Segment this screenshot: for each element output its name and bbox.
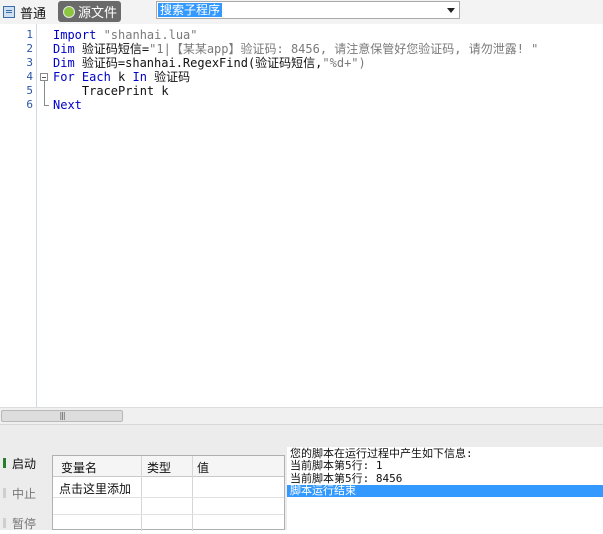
line-number: 6 xyxy=(26,98,33,111)
stop-indicator xyxy=(3,488,6,498)
source-file-icon xyxy=(63,5,75,18)
code-keyword: In xyxy=(132,70,155,84)
code-line: For Each k In 验证码 xyxy=(53,70,190,84)
stop-button[interactable]: 中止 xyxy=(0,482,48,504)
code-text: 验证码短信= xyxy=(81,42,150,56)
code-text: 验证码 xyxy=(154,70,191,84)
fold-guide xyxy=(44,81,45,105)
tab-normal-label: 普通 xyxy=(20,6,47,22)
horizontal-scrollbar[interactable]: ||| xyxy=(0,407,603,425)
add-variable-row[interactable]: 点击这里添加 xyxy=(59,480,131,497)
line-number: 5 xyxy=(26,84,33,97)
code-editor[interactable]: 1 2 3 4 5 6 Import "shanhai.lua" Dim 验证码… xyxy=(0,24,603,407)
code-line: Dim 验证码=shanhai.RegexFind(验证码短信,"%d+") xyxy=(53,56,366,70)
code-string: "shanhai.lua" xyxy=(103,28,198,42)
scrollbar-thumb[interactable]: ||| xyxy=(1,410,123,422)
code-line: Dim 验证码短信="1|【某某app】验证码: 8456, 请注意保管好您验证… xyxy=(53,42,538,56)
row-divider xyxy=(53,497,284,498)
start-button-label: 启动 xyxy=(12,456,37,471)
toolbar: 普通 源文件 搜索子程序 xyxy=(0,0,603,24)
tab-normal[interactable]: 普通 xyxy=(0,2,46,22)
output-log: 您的脚本在运行过程中产生如下信息: 当前脚本第5行: 1 当前脚本第5行: 84… xyxy=(287,447,603,530)
debug-panel: 启动 中止 暂停 变量名 类型 值 点击这里添加 您的脚本在运行过程中产生如下信… xyxy=(0,424,603,531)
start-button[interactable]: 启动 xyxy=(0,452,48,474)
row-divider xyxy=(53,514,284,515)
subroutine-dropdown-value: 搜索子程序 xyxy=(158,3,223,17)
code-text: TracePrint k xyxy=(81,84,169,98)
line-number: 2 xyxy=(26,42,33,55)
code-line: Next xyxy=(53,98,82,112)
pause-button[interactable]: 暂停 xyxy=(0,512,48,534)
code-text: k xyxy=(118,70,133,84)
pause-indicator xyxy=(3,518,6,528)
code-string: "%d+") xyxy=(322,56,366,70)
column-header-name[interactable]: 变量名 xyxy=(61,459,97,476)
code-keyword: Dim xyxy=(53,42,82,56)
fold-end-marker xyxy=(44,105,49,106)
output-line: 当前脚本第5行: 1 xyxy=(290,459,383,472)
code-string: "1|【某某app】验证码: 8456, 请注意保管好您验证码, 请勿泄露! " xyxy=(149,42,539,56)
code-line: TracePrint k xyxy=(53,84,169,98)
column-header-type[interactable]: 类型 xyxy=(147,459,171,476)
variables-table: 变量名 类型 值 点击这里添加 xyxy=(52,455,285,531)
output-line-selected[interactable]: 脚本运行结束 xyxy=(287,485,603,497)
line-number: 4 xyxy=(26,70,33,83)
code-line: Import "shanhai.lua" xyxy=(53,28,198,42)
code-keyword: Next xyxy=(53,98,82,112)
start-indicator xyxy=(3,458,6,468)
tab-source-file[interactable]: 源文件 xyxy=(58,1,121,22)
subroutine-dropdown[interactable]: 搜索子程序 xyxy=(156,1,460,19)
line-number: 3 xyxy=(26,56,33,69)
chevron-down-icon[interactable] xyxy=(447,8,455,13)
tab-source-file-label: 源文件 xyxy=(78,6,118,21)
code-text: 验证码=shanhai.RegexFind(验证码短信, xyxy=(81,56,323,70)
column-header-value[interactable]: 值 xyxy=(197,459,209,476)
line-number: 1 xyxy=(26,28,33,41)
document-icon xyxy=(3,6,15,18)
stop-button-label: 中止 xyxy=(12,486,37,501)
code-keyword: Import xyxy=(53,28,104,42)
code-keyword: For Each xyxy=(53,70,119,84)
line-number-gutter: 1 2 3 4 5 6 xyxy=(0,24,37,407)
code-keyword: Dim xyxy=(53,56,82,70)
fold-toggle-icon[interactable] xyxy=(40,73,48,81)
